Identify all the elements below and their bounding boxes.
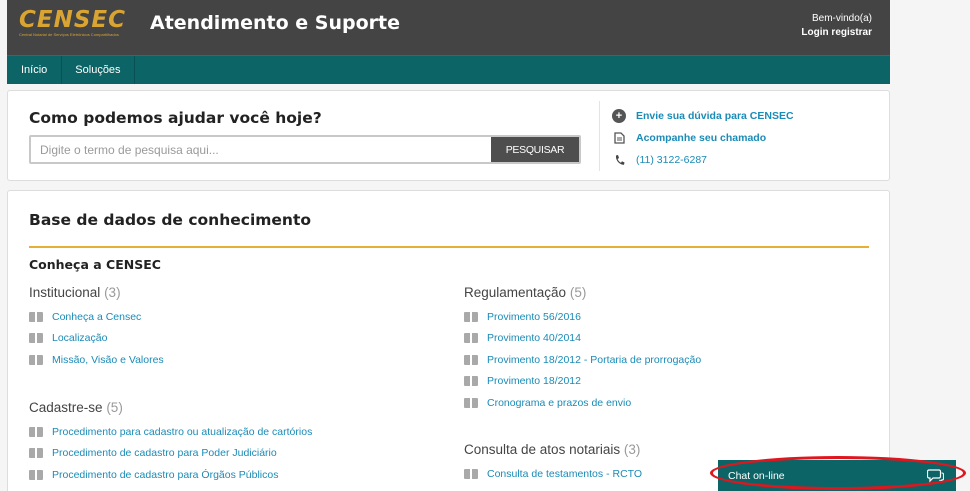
category-consulta-atos: Consulta de atos notariais (3) Consulta … [464, 441, 642, 485]
category-institucional: Institucional (3) Conheça a Censec Local… [29, 284, 164, 371]
article-link[interactable]: Localização [29, 328, 164, 350]
book-icon [29, 333, 43, 344]
article-link[interactable]: Procedimento para cadastro ou atualizaçã… [29, 421, 312, 443]
book-icon [464, 311, 478, 322]
book-icon [29, 311, 43, 322]
article-link[interactable]: Consulta de testamentos - RCTO [464, 463, 642, 485]
book-icon [464, 376, 478, 387]
censec-logo[interactable]: CENSEC Central Notarial de Serviços Elet… [19, 8, 145, 40]
chat-bubble-icon [926, 468, 945, 483]
main-nav: Início Soluções [7, 55, 890, 84]
welcome-text: Bem-vindo(a) [811, 13, 872, 24]
chat-widget[interactable]: Chat on-line [718, 460, 956, 491]
category-title[interactable]: Institucional (3) [29, 284, 164, 306]
chat-label: Chat on-line [728, 469, 785, 482]
phone-icon [612, 153, 626, 167]
book-icon [29, 469, 43, 480]
plus-icon: + [612, 109, 626, 123]
page-wrapper: CENSEC Central Notarial de Serviços Elet… [7, 0, 890, 84]
article-link[interactable]: Provimento 18/2012 - Portaria de prorrog… [464, 349, 701, 371]
panel-divider [599, 101, 600, 171]
search-bar: PESQUISAR [29, 135, 581, 164]
contact-phone[interactable]: (11) 3122-6287 [612, 149, 794, 171]
article-link[interactable]: Conheça a Censec [29, 306, 164, 328]
article-link[interactable]: Procedimento de cadastro para Poder Judi… [29, 443, 312, 465]
category-regulamentacao: Regulamentação (5) Provimento 56/2016 Pr… [464, 284, 701, 414]
help-title: Como podemos ajudar você hoje? [29, 109, 322, 127]
nav-item-solucoes[interactable]: Soluções [62, 56, 135, 84]
article-link[interactable]: Cronograma e prazos de envio [464, 392, 701, 414]
book-icon [29, 354, 43, 365]
category-cadastre-se: Cadastre-se (5) Procedimento para cadast… [29, 399, 312, 486]
search-button[interactable]: PESQUISAR [491, 137, 579, 162]
category-title[interactable]: Cadastre-se (5) [29, 399, 312, 421]
contact-label: (11) 3122-6287 [636, 154, 708, 166]
book-icon [464, 397, 478, 408]
help-panel: Como podemos ajudar você hoje? PESQUISAR… [7, 90, 890, 181]
category-title[interactable]: Consulta de atos notariais (3) [464, 441, 642, 463]
register-link[interactable]: registrar [831, 27, 872, 38]
logo-subtitle: Central Notarial de Serviços Eletrônicos… [19, 32, 119, 37]
article-link[interactable]: Missão, Visão e Valores [29, 349, 164, 371]
contact-label: Acompanhe seu chamado [636, 132, 767, 144]
book-icon [464, 333, 478, 344]
article-link[interactable]: Procedimento de cadastro para Órgãos Púb… [29, 464, 312, 486]
section-title[interactable]: Conheça a CENSEC [29, 257, 161, 272]
login-link[interactable]: Login [801, 27, 828, 38]
category-title[interactable]: Regulamentação (5) [464, 284, 701, 306]
book-icon [464, 468, 478, 479]
article-link[interactable]: Provimento 56/2016 [464, 306, 701, 328]
article-link[interactable]: Provimento 18/2012 [464, 371, 701, 393]
contact-links: + Envie sua dúvida para CENSEC Acompanhe… [612, 105, 794, 171]
nav-item-inicio[interactable]: Início [7, 56, 63, 84]
document-icon [612, 131, 626, 145]
search-input[interactable] [31, 137, 491, 162]
book-icon [29, 448, 43, 459]
contact-track-ticket[interactable]: Acompanhe seu chamado [612, 127, 794, 149]
book-icon [29, 426, 43, 437]
kb-divider [29, 246, 869, 248]
logo-wordmark: CENSEC [19, 7, 126, 33]
contact-label: Envie sua dúvida para CENSEC [636, 110, 794, 122]
kb-title: Base de dados de conhecimento [29, 211, 312, 229]
knowledge-base-panel: Base de dados de conhecimento Conheça a … [7, 190, 890, 491]
article-link[interactable]: Provimento 40/2014 [464, 328, 701, 350]
site-title: Atendimento e Suporte [150, 12, 400, 34]
site-header: CENSEC Central Notarial de Serviços Elet… [7, 0, 890, 55]
user-box: Bem-vindo(a) Login registrar [801, 12, 872, 40]
contact-send-question[interactable]: + Envie sua dúvida para CENSEC [612, 105, 794, 127]
book-icon [464, 354, 478, 365]
